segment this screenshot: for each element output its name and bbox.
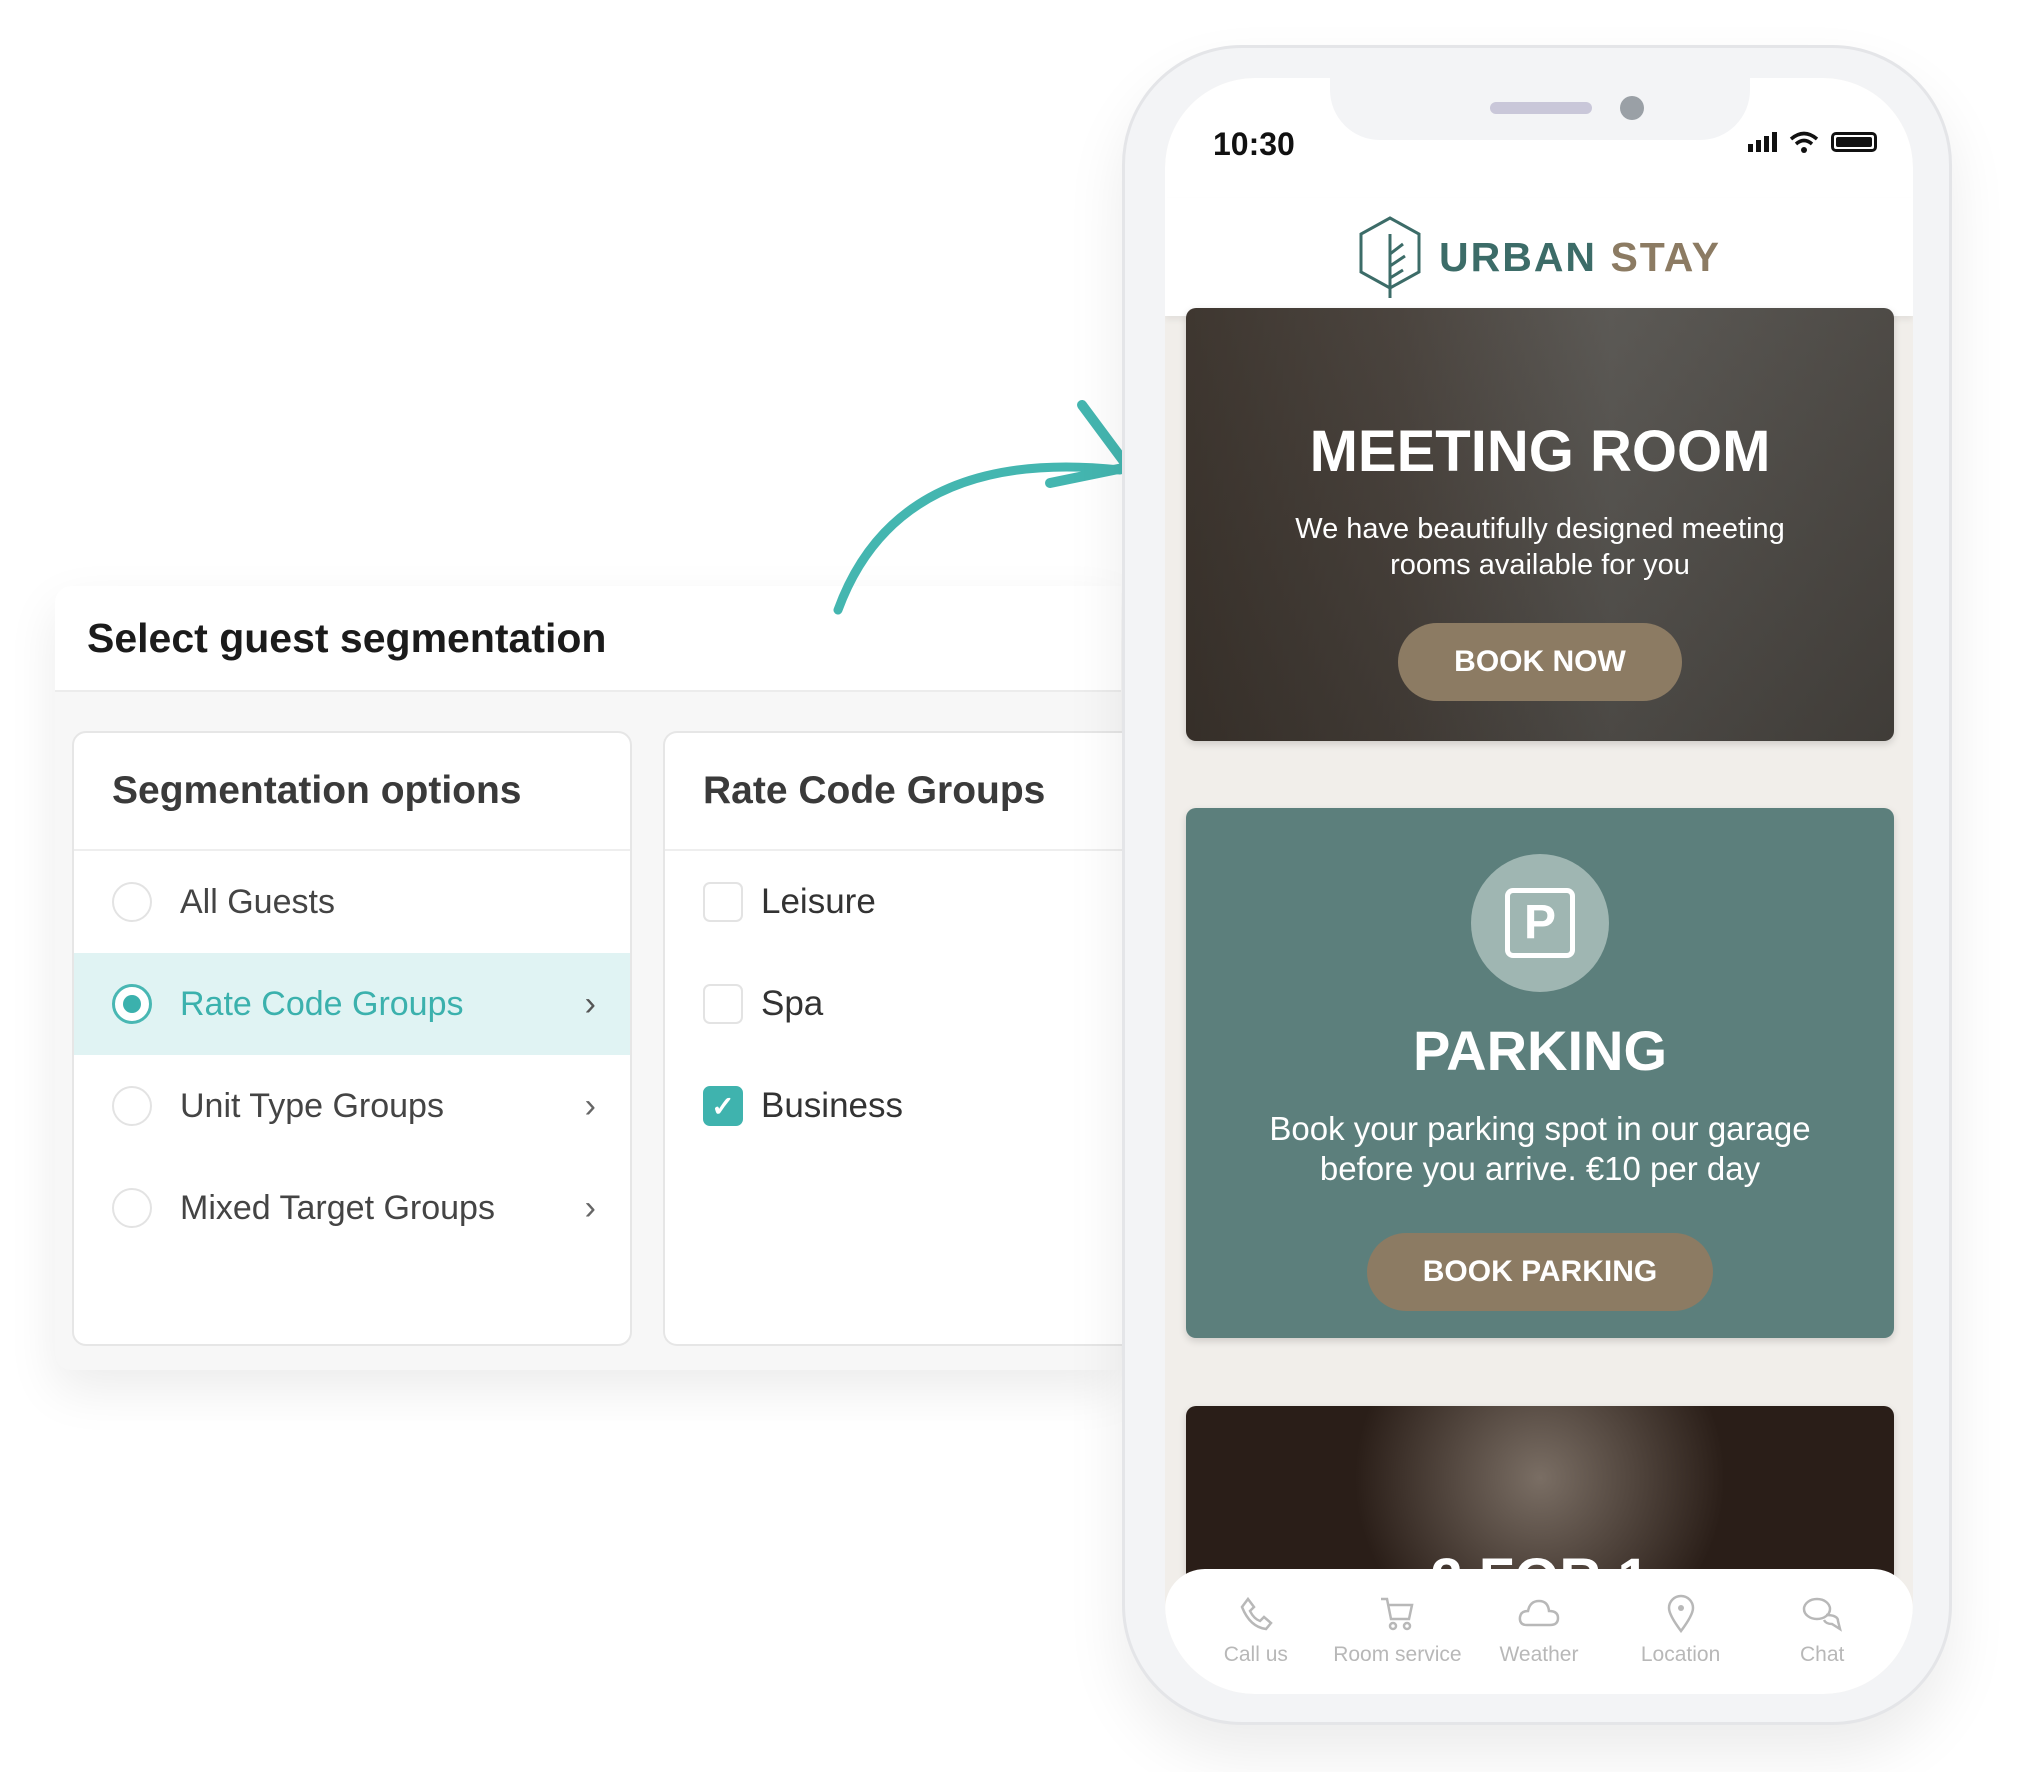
groups-heading: Rate Code Groups [665, 733, 1133, 851]
option-all-guests[interactable]: All Guests [74, 851, 630, 953]
radio-button-selected[interactable] [112, 984, 152, 1024]
book-now-button[interactable]: BOOK NOW [1398, 623, 1682, 701]
wifi-icon [1789, 131, 1819, 153]
battery-icon [1831, 132, 1877, 152]
map-pin-icon [1667, 1594, 1694, 1633]
checkbox-leisure[interactable]: Leisure [665, 851, 1133, 953]
phone-mockup: 10:30 URBAN STAY MEETING ROOM We have be… [1122, 45, 1952, 1725]
brand-word-1: URBAN [1439, 233, 1598, 280]
option-label: Rate Code Groups [180, 984, 464, 1023]
camera [1620, 96, 1644, 120]
checkbox[interactable] [703, 984, 743, 1024]
rate-code-groups-card: Rate Code Groups Leisure Spa ✓ Business [663, 731, 1133, 1346]
curved-arrow-icon [833, 400, 1133, 615]
nav-room-service[interactable]: Room service [1327, 1593, 1467, 1694]
panel-title: Select guest segmentation [87, 614, 607, 661]
checkbox-label: Leisure [761, 882, 876, 921]
nav-location[interactable]: Location [1611, 1593, 1751, 1694]
nav-call-us[interactable]: Call us [1186, 1593, 1326, 1694]
checkbox[interactable] [703, 882, 743, 922]
radio-button[interactable] [112, 882, 152, 922]
meeting-room-card: MEETING ROOM We have beautifully designe… [1186, 308, 1894, 741]
signal-icon [1748, 132, 1777, 152]
bottom-nav: Call us Room service Weather Location Ch… [1165, 1569, 1913, 1694]
option-label: Mixed Target Groups [180, 1188, 495, 1227]
checkbox-label: Spa [761, 984, 824, 1023]
status-bar: 10:30 [1165, 78, 1913, 198]
options-heading: Segmentation options [74, 733, 630, 851]
card-title: PARKING [1412, 1019, 1668, 1082]
leaf-logo-icon [1359, 216, 1421, 298]
option-unit-type-groups[interactable]: Unit Type Groups › [74, 1055, 630, 1157]
nav-label: Room service [1333, 1643, 1462, 1666]
nav-label: Weather [1499, 1643, 1579, 1666]
card-text-line: before you arrive. €10 per day [1319, 1150, 1761, 1187]
notch [1330, 78, 1750, 140]
segmentation-options-card: Segmentation options All Guests Rate Cod… [72, 731, 632, 1346]
option-label: All Guests [180, 882, 335, 921]
chevron-right-icon: › [584, 1086, 596, 1125]
status-time: 10:30 [1213, 126, 1295, 162]
cloud-icon [1518, 1599, 1560, 1627]
phone-icon [1240, 1596, 1273, 1631]
nav-label: Call us [1223, 1643, 1288, 1666]
parking-card: P PARKING Book your parking spot in our … [1186, 808, 1894, 1338]
radio-button[interactable] [112, 1188, 152, 1228]
app-header: URBAN STAY [1165, 198, 1913, 316]
speaker [1490, 102, 1592, 114]
chevron-right-icon: › [584, 1188, 596, 1227]
checkbox-checked[interactable]: ✓ [703, 1086, 743, 1126]
chevron-right-icon: › [584, 984, 596, 1023]
nav-chat[interactable]: Chat [1752, 1593, 1892, 1694]
checkbox-business[interactable]: ✓ Business [665, 1055, 1133, 1157]
cart-icon [1381, 1597, 1414, 1631]
brand-name: URBAN STAY [1439, 234, 1721, 281]
checkbox-spa[interactable]: Spa [665, 953, 1133, 1055]
parking-letter: P [1505, 888, 1575, 958]
segmentation-panel: Select guest segmentation Segmentation o… [55, 586, 1133, 1370]
phone-screen: 10:30 URBAN STAY MEETING ROOM We have be… [1165, 78, 1913, 1694]
brand-word-2: STAY [1610, 233, 1721, 280]
checkbox-label: Business [761, 1086, 904, 1125]
parking-icon: P [1471, 854, 1609, 992]
radio-button[interactable] [112, 1086, 152, 1126]
option-mixed-target-groups[interactable]: Mixed Target Groups › [74, 1157, 630, 1259]
option-label: Unit Type Groups [180, 1086, 444, 1125]
chat-icon [1802, 1597, 1843, 1632]
card-text: We have beautifully designed meeting roo… [1295, 513, 1785, 581]
book-parking-button[interactable]: BOOK PARKING [1366, 1233, 1714, 1311]
card-title: MEETING ROOM [1309, 419, 1771, 484]
card-text: Book your parking spot in our garage befo… [1186, 1109, 1894, 1189]
card-text-line: Book your parking spot in our garage [1269, 1110, 1811, 1147]
nav-label: Chat [1799, 1643, 1845, 1666]
nav-label: Location [1640, 1643, 1721, 1666]
option-rate-code-groups[interactable]: Rate Code Groups › [74, 953, 630, 1055]
two-for-one-card: 2 FOR 1 [1186, 1406, 1894, 1586]
nav-weather[interactable]: Weather [1469, 1593, 1609, 1694]
